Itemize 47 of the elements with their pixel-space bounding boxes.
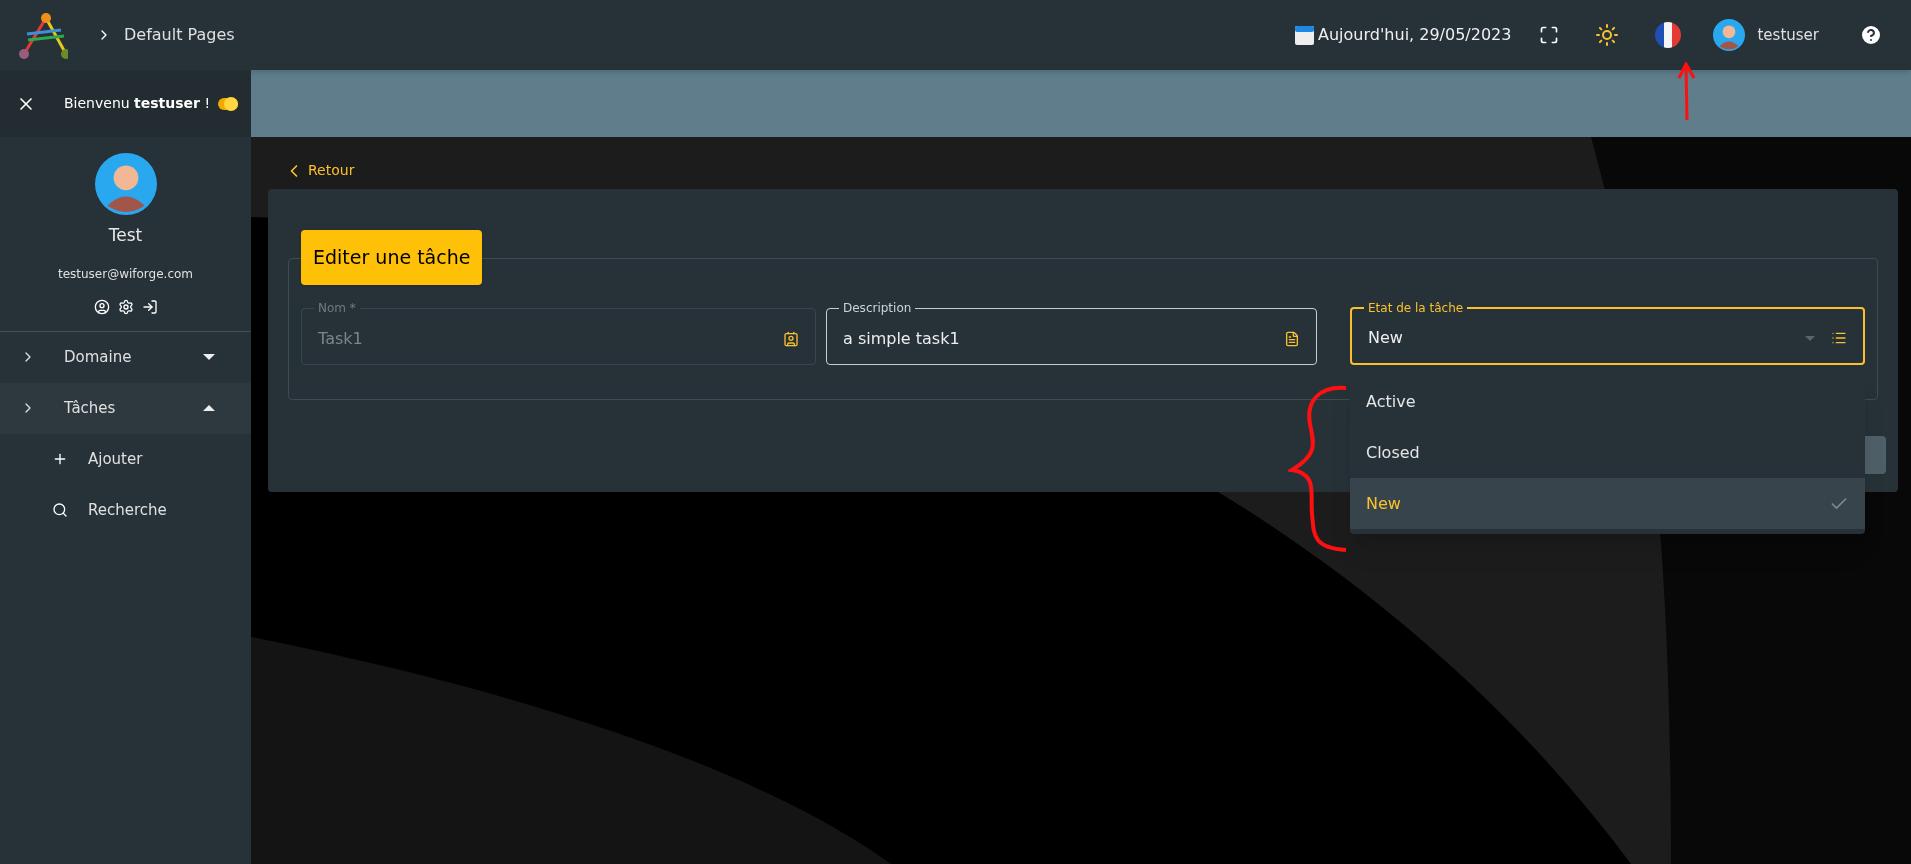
annotation-arrow xyxy=(1677,62,1697,122)
toggle-switch[interactable] xyxy=(218,97,239,110)
user-icon[interactable] xyxy=(93,298,110,315)
username[interactable]: testuser xyxy=(1757,23,1819,47)
field-value: a simple task1 xyxy=(843,327,960,350)
dropdown-option[interactable]: Closed xyxy=(1350,427,1865,478)
settings-icon[interactable] xyxy=(117,298,134,315)
select-field[interactable]: Etat de la tâche New xyxy=(1350,299,1865,365)
list-icon xyxy=(1831,330,1847,346)
breadcrumb[interactable]: Default Pages xyxy=(124,23,235,47)
sun-icon[interactable] xyxy=(1595,23,1620,47)
profile-email: testuser@wiforge.com xyxy=(57,265,194,283)
welcome-text: Bienvenu testuser ! xyxy=(64,94,211,113)
field-label: Description xyxy=(842,300,913,317)
submenu-label: Ajouter xyxy=(88,448,143,470)
menu-label: Domaine xyxy=(64,346,132,368)
help-icon[interactable] xyxy=(1859,23,1883,47)
submenu-label: Recherche xyxy=(88,499,167,521)
submenu-item[interactable]: Recherche xyxy=(0,484,251,536)
back-link[interactable]: Retour xyxy=(284,160,355,181)
field-value: New xyxy=(1368,327,1403,349)
document-icon xyxy=(1284,330,1300,347)
plus-icon xyxy=(52,451,68,467)
profile-name: Test xyxy=(108,224,143,247)
date-label: Aujourd'hui, 29/05/2023 xyxy=(1318,24,1512,46)
caret-down-icon xyxy=(1805,335,1815,341)
dropdown-option[interactable]: Active xyxy=(1350,376,1865,427)
profile-avatar xyxy=(94,153,157,215)
field-value: Task1 xyxy=(318,327,363,350)
input-field[interactable]: Description a simple task1 xyxy=(826,299,1317,365)
submenu-item[interactable]: Ajouter xyxy=(0,433,251,485)
logout-icon[interactable] xyxy=(141,298,158,315)
menu-label: Tâches xyxy=(64,397,116,419)
menu-item[interactable]: Domaine xyxy=(0,331,251,383)
field-label: Etat de la tâche xyxy=(1367,300,1465,317)
search-icon xyxy=(52,502,68,518)
dropdown-option[interactable]: New xyxy=(1350,478,1865,529)
fullscreen-icon[interactable] xyxy=(1539,25,1560,45)
caret-down-icon xyxy=(203,354,215,360)
id-card-icon xyxy=(783,330,799,347)
avatar xyxy=(1713,19,1746,51)
field-label: Nom * xyxy=(317,300,357,317)
calendar-icon xyxy=(1295,25,1315,45)
flag-icon[interactable] xyxy=(1655,22,1682,48)
form-title: Editer une tâche xyxy=(301,230,483,285)
caret-up-icon xyxy=(203,405,215,411)
menu-item[interactable]: Tâches xyxy=(0,382,251,434)
